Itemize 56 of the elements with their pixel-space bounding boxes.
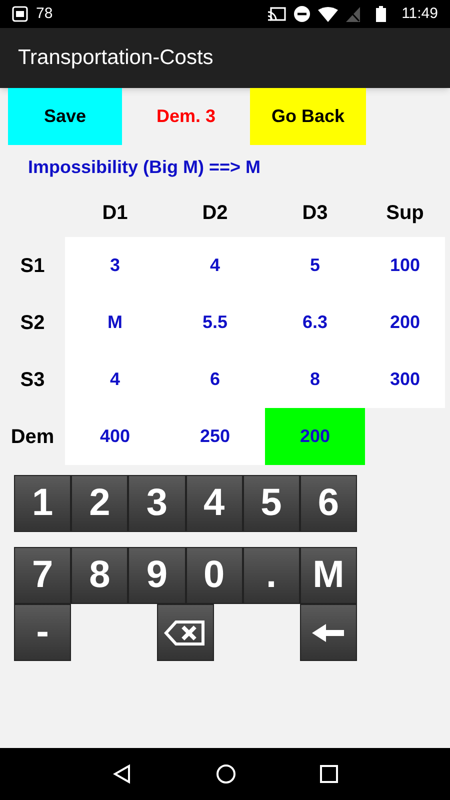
table-cell[interactable]: 250	[165, 408, 265, 465]
keypad-key[interactable]: 7	[14, 547, 72, 604]
battery-icon	[376, 6, 386, 22]
recents-icon[interactable]	[320, 765, 338, 783]
cast-icon	[268, 6, 286, 22]
column-header: Sup	[386, 201, 424, 226]
table-cell[interactable]: 4	[165, 237, 265, 294]
no-signal-icon	[346, 6, 360, 22]
screenshot-icon	[12, 6, 28, 22]
clock: 11:49	[402, 4, 438, 24]
do-not-disturb-icon	[294, 6, 310, 22]
row-header: Dem	[10, 424, 54, 450]
table-cell[interactable]: 100	[365, 237, 445, 294]
row-header: S1	[20, 254, 45, 278]
keypad-key[interactable]: M	[300, 547, 357, 604]
table-cell[interactable]: 5.5	[165, 294, 265, 351]
table-cell[interactable]: M	[65, 294, 165, 351]
backspace-icon	[164, 620, 206, 646]
table-cell[interactable]: 300	[365, 351, 445, 408]
backspace-key[interactable]	[156, 604, 214, 661]
table-cell[interactable]: 4	[65, 351, 165, 408]
hint-text: Impossibility (Big M) ==> M	[28, 156, 261, 179]
keypad-key[interactable]: -	[14, 604, 72, 661]
column-header: D3	[302, 201, 328, 226]
save-button[interactable]: Save	[8, 88, 122, 145]
table-cell[interactable]: 3	[65, 237, 165, 294]
column-header: D2	[202, 201, 228, 226]
column-header: D1	[102, 201, 128, 226]
wifi-icon	[318, 6, 338, 22]
notification-count: 78	[36, 4, 53, 24]
keypad-key[interactable]: 3	[128, 475, 186, 532]
table-cell[interactable]: 6	[165, 351, 265, 408]
back-icon[interactable]	[112, 764, 132, 784]
row-header: S2	[20, 310, 45, 336]
table-cell[interactable]: 200	[365, 294, 445, 351]
keypad-key[interactable]: 5	[242, 475, 300, 532]
go-back-button[interactable]: Go Back	[250, 88, 366, 145]
table-cell[interactable]: 6.3	[265, 294, 365, 351]
table-cell[interactable]: 200	[265, 408, 365, 465]
keypad-key[interactable]: 6	[300, 475, 357, 532]
current-cell-label: Dem. 3	[155, 105, 217, 128]
keypad-key[interactable]: 8	[71, 547, 128, 604]
table-cell[interactable]: 8	[265, 351, 365, 408]
row-header: S3	[20, 368, 45, 392]
app-title: Transportation-Costs	[18, 45, 214, 72]
keypad-key[interactable]: 9	[128, 547, 186, 604]
keypad-key[interactable]: .	[242, 547, 300, 604]
keypad-key[interactable]: 1	[14, 475, 72, 532]
arrow-left-icon	[310, 622, 346, 644]
keypad-key[interactable]: 4	[186, 475, 243, 532]
keypad-key[interactable]: 0	[186, 547, 243, 604]
table-cell[interactable]: 400	[65, 408, 165, 465]
table-cell[interactable]: 5	[265, 237, 365, 294]
home-icon[interactable]	[216, 764, 236, 784]
enter-key[interactable]	[300, 604, 357, 661]
keypad-key[interactable]: 2	[71, 475, 128, 532]
